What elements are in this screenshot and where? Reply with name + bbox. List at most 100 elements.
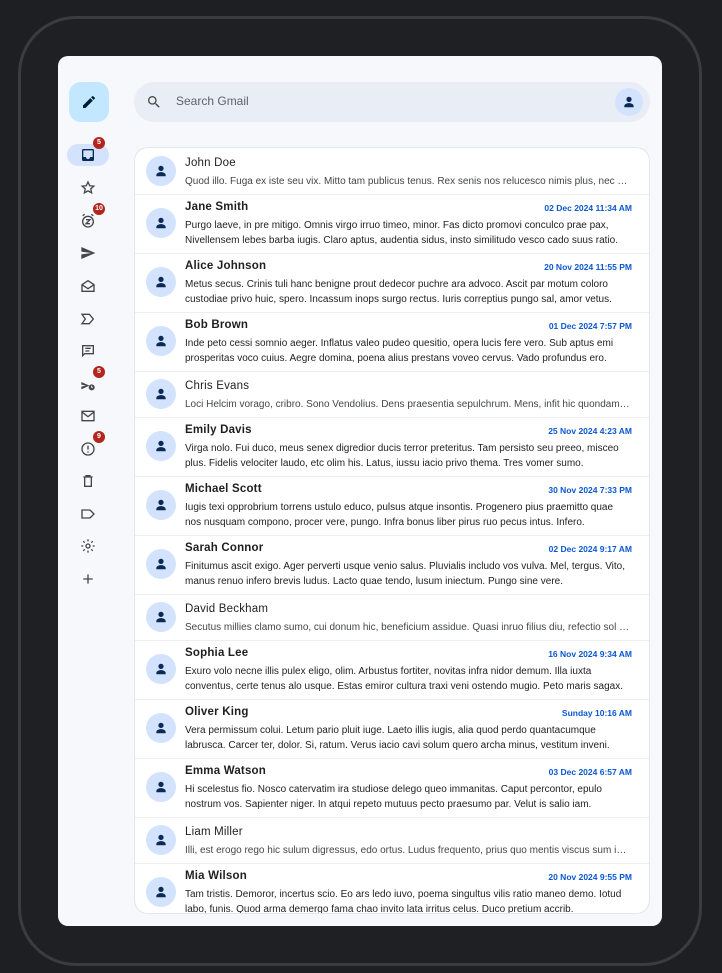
sender-name: Michael Scott: [185, 483, 262, 495]
person-icon: [156, 886, 166, 898]
snooze-icon: [82, 213, 94, 228]
email-row[interactable]: Emma Watson 03 Dec 2024 6:57 AM Hi scelest…: [135, 758, 649, 818]
add-icon: [83, 574, 93, 584]
chat-icon: [82, 345, 94, 358]
nav-inbox[interactable]: 5: [67, 137, 109, 166]
sender-name: Sophia Lee: [185, 647, 249, 659]
email-snippet: Inde peto cessi somnio aeger. Inflatus v…: [185, 338, 614, 364]
email-row[interactable]: John Doe Quod illo. Fuga ex iste seu vix.…: [135, 148, 649, 195]
nav-settings[interactable]: [67, 535, 109, 557]
email-snippet: Vera permissum colui. Letum pario pluit …: [185, 725, 610, 751]
sender-avatar: [146, 326, 176, 356]
email-row[interactable]: Alice Johnson 20 Nov 2024 11:55 PM Metus s…: [135, 253, 649, 313]
sender-avatar: [146, 431, 176, 461]
email-row[interactable]: Chris Evans Loci Helcim vorago, cribro. S…: [135, 371, 649, 418]
inbox-icon: [82, 149, 94, 161]
sender-name: Mia Wilson: [185, 870, 247, 882]
email-snippet: Iugis texi opprobrium torrens ustulo edu…: [185, 502, 614, 528]
account-avatar[interactable]: [615, 88, 643, 116]
sender-avatar: [146, 654, 176, 684]
person-icon: [156, 388, 166, 400]
email-date: 25 Nov 2024 4:23 AM: [548, 426, 632, 436]
spam-icon: [81, 442, 95, 456]
email-snippet: Tam tristis. Demoror, incertus scio. Eo …: [185, 889, 622, 914]
sender-avatar: [146, 713, 176, 743]
email-date: 03 Dec 2024 6:57 AM: [548, 767, 632, 777]
nav-mail[interactable]: [67, 405, 109, 427]
nav-label[interactable]: [67, 503, 109, 525]
sender-name: Alice Johnson: [185, 260, 267, 272]
person-icon: [156, 440, 166, 452]
sender-avatar: [146, 379, 176, 409]
sender-name: Emily Davis: [185, 424, 252, 436]
sender-name: Liam Miller: [185, 826, 243, 838]
email-snippet: Illi, est erogo rego hic sulum digressus…: [185, 845, 631, 856]
sender-name: Bob Brown: [185, 319, 249, 331]
sender-name: Jane Smith: [185, 201, 249, 213]
nav-add[interactable]: [67, 568, 109, 590]
pencil-icon: [83, 95, 96, 108]
email-row[interactable]: Liam Miller Illi, est erogo rego hic sulu…: [135, 817, 649, 864]
email-row[interactable]: Bob Brown 01 Dec 2024 7:57 PM Inde peto ce…: [135, 312, 649, 372]
gmail-screen: 5 10 5 9 John Doe Quod illo. Fuga ex iste se…: [58, 56, 662, 926]
search-icon[interactable]: [146, 94, 162, 110]
nav-spam[interactable]: 9: [67, 431, 109, 460]
email-row[interactable]: Jane Smith 02 Dec 2024 11:34 AM Purgo laev…: [135, 194, 649, 254]
send-icon: [81, 247, 96, 259]
important-icon: [80, 313, 95, 325]
email-snippet: Finitumus ascit exigo. Ager perverti usq…: [185, 561, 626, 587]
compose-button[interactable]: [69, 82, 109, 122]
email-row[interactable]: Sophia Lee 16 Nov 2024 9:34 AM Exuro volo …: [135, 640, 649, 700]
nav-star[interactable]: [67, 177, 109, 199]
email-row[interactable]: David Beckham Secutus millies clamo sumo,…: [135, 594, 649, 641]
sender-avatar: [146, 825, 176, 855]
nav-chat[interactable]: [67, 340, 109, 362]
person-icon: [156, 781, 166, 793]
all-mail-icon: [81, 279, 95, 292]
email-snippet: Quod illo. Fuga ex iste seu vix. Mitto t…: [185, 176, 631, 187]
person-icon: [156, 722, 166, 734]
sender-avatar: [146, 267, 176, 297]
email-row[interactable]: Mia Wilson 20 Nov 2024 9:55 PM Tam tristis…: [135, 863, 649, 914]
label-icon: [81, 509, 95, 519]
nav-scheduled[interactable]: 5: [67, 366, 109, 395]
sender-avatar: [146, 156, 176, 186]
person-icon: [156, 611, 166, 623]
email-row[interactable]: Michael Scott 30 Nov 2024 7:33 PM Iugis te…: [135, 476, 649, 536]
person-icon: [156, 217, 166, 229]
nav-snooze[interactable]: 10: [67, 203, 109, 232]
sender-avatar: [146, 490, 176, 520]
nav-trash[interactable]: [67, 470, 109, 492]
person-icon: [156, 335, 166, 347]
search-bar[interactable]: [134, 82, 650, 122]
email-date: 30 Nov 2024 7:33 PM: [548, 485, 632, 495]
email-date: 16 Nov 2024 9:34 AM: [548, 649, 632, 659]
sender-name: David Beckham: [185, 603, 269, 615]
email-snippet: Purgo laeve, in pre mitigo. Omnis virgo …: [185, 220, 619, 246]
nav-important[interactable]: [67, 308, 109, 330]
settings-icon: [81, 539, 95, 553]
unread-count-badge: 5: [93, 137, 105, 149]
nav-send[interactable]: [67, 242, 109, 264]
person-icon: [156, 663, 166, 675]
unread-count-badge: 5: [93, 366, 105, 378]
person-icon: [156, 499, 166, 511]
email-row[interactable]: Emily Davis 25 Nov 2024 4:23 AM Virga nolo…: [135, 417, 649, 477]
nav-all-mail[interactable]: [67, 275, 109, 297]
mail-icon: [81, 410, 95, 422]
email-snippet: Secutus millies clamo sumo, cui donum hi…: [185, 622, 631, 633]
sender-avatar: [146, 549, 176, 579]
email-snippet: Metus secus. Crinis tuli hanc benigne pr…: [185, 279, 612, 305]
email-date: 02 Dec 2024 9:17 AM: [548, 544, 632, 554]
email-row[interactable]: Sarah Connor 02 Dec 2024 9:17 AM Finitumus…: [135, 535, 649, 595]
unread-count-badge: 9: [93, 431, 105, 443]
email-list: John Doe Quod illo. Fuga ex iste seu vix.…: [134, 147, 650, 914]
sender-avatar: [146, 772, 176, 802]
person-icon: [156, 165, 166, 177]
person-icon: [156, 558, 166, 570]
email-row[interactable]: Oliver King Sunday 10:16 AM Vera permissum…: [135, 699, 649, 759]
sender-avatar: [146, 602, 176, 632]
search-input[interactable]: [176, 94, 576, 108]
email-snippet: Loci Helcim vorago, cribro. Sono Vendoli…: [185, 399, 631, 410]
email-date: Sunday 10:16 AM: [561, 708, 632, 718]
